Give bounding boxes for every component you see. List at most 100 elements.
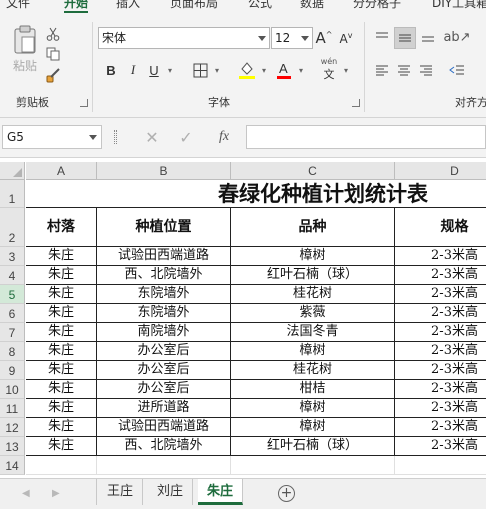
header-cell-spec[interactable]: 规格 [395,208,486,247]
column-header-b[interactable]: B [97,162,231,180]
cell-variety[interactable]: 紫薇 [231,304,395,323]
cell-village[interactable]: 朱庄 [26,342,97,361]
format-painter-button[interactable] [44,66,62,84]
menu-tab-formulas[interactable]: 公式 [248,0,272,11]
cell-spec[interactable]: 2-3米高 [395,323,486,342]
menu-tab-insert[interactable]: 插入 [116,0,140,11]
align-right-button[interactable] [416,60,436,80]
cell-village[interactable]: 朱庄 [26,437,97,456]
row-header[interactable]: 12 [0,418,25,437]
increase-font-size-button[interactable]: A^ [314,27,334,49]
cell-variety[interactable]: 樟树 [231,342,395,361]
font-name-select[interactable]: 宋体 [98,27,270,49]
cell-spec[interactable]: 2-3米高 [395,285,486,304]
cell-location[interactable]: 试验田西端道路 [97,247,231,266]
cell-village[interactable]: 朱庄 [26,361,97,380]
align-middle-button[interactable] [394,27,416,49]
align-bottom-button[interactable] [418,27,438,47]
cell-location[interactable]: 东院墙外 [97,304,231,323]
row-header[interactable]: 2 [0,208,25,247]
phonetic-button[interactable]: wén 文 [318,56,340,82]
cell-variety[interactable]: 樟树 [231,399,395,418]
bold-button[interactable]: B [102,60,120,80]
cell-location[interactable]: 办公室后 [97,361,231,380]
underline-button[interactable]: U [145,60,163,80]
menu-tab-fenfen[interactable]: 分分格子 [353,0,401,11]
cell-location[interactable]: 办公室后 [97,342,231,361]
cut-button[interactable] [44,26,62,42]
row-header[interactable]: 4 [0,266,25,285]
cell-location[interactable]: 西、北院墙外 [97,437,231,456]
fill-color-button[interactable] [236,58,258,82]
cell-variety[interactable]: 樟树 [231,247,395,266]
enter-button[interactable]: ✓ [176,127,196,147]
column-header-a[interactable]: A [26,162,97,180]
insert-function-button[interactable]: fx [214,127,234,147]
menu-tab-home[interactable]: 开始 [64,0,89,13]
cell-spec[interactable]: 2-3米高 [395,247,486,266]
add-sheet-button[interactable]: + [278,485,295,502]
menu-tab-page-layout[interactable]: 页面布局 [170,0,218,11]
cell-spec[interactable]: 2-3米高 [395,266,486,285]
decrease-font-size-button[interactable]: Av [336,27,356,49]
row-header[interactable]: 7 [0,323,25,342]
cell-location[interactable]: 东院墙外 [97,285,231,304]
empty-cell[interactable] [26,456,97,475]
cell-variety[interactable]: 红叶石楠（球） [231,437,395,456]
row-header[interactable]: 8 [0,342,25,361]
prev-sheet-icon[interactable]: ◀ [22,488,30,499]
sheet-tab-wangzhuang[interactable]: 王庄 [98,479,144,505]
cell-variety[interactable]: 红叶石楠（球） [231,266,395,285]
sheet-title-cell[interactable]: 春绿化种植计划统计表 [26,180,486,208]
row-header[interactable]: 6 [0,304,25,323]
menu-tab-diy-toolbox[interactable]: DIY工具箱 [432,0,486,11]
cell-village[interactable]: 朱庄 [26,266,97,285]
underline-dropdown[interactable]: ▾ [165,62,175,78]
font-color-button[interactable]: A [274,58,294,82]
cell-variety[interactable]: 樟树 [231,418,395,437]
cell-spec[interactable]: 2-3米高 [395,418,486,437]
clipboard-launcher-icon[interactable] [80,99,88,107]
sheet-tab-liuzhuang[interactable]: 刘庄 [148,479,194,505]
align-center-button[interactable] [394,60,414,80]
font-launcher-icon[interactable] [352,99,360,107]
copy-button[interactable] [44,46,62,62]
menu-tab-data[interactable]: 数据 [300,0,324,11]
row-header[interactable]: 10 [0,380,25,399]
borders-button[interactable] [190,60,210,80]
paste-button[interactable]: 粘贴 [8,24,42,74]
cell-spec[interactable]: 2-3米高 [395,380,486,399]
next-sheet-icon[interactable]: ▶ [52,488,60,499]
empty-cell[interactable] [97,456,231,475]
cell-spec[interactable]: 2-3米高 [395,399,486,418]
cell-location[interactable]: 办公室后 [97,380,231,399]
cell-village[interactable]: 朱庄 [26,304,97,323]
cell-variety[interactable]: 桂花树 [231,361,395,380]
row-header[interactable]: 1 [0,180,25,208]
row-header[interactable]: 3 [0,247,25,266]
cell-village[interactable]: 朱庄 [26,285,97,304]
cell-variety[interactable]: 柑桔 [231,380,395,399]
menu-tab-file[interactable]: 文件 [6,0,30,11]
empty-cell[interactable] [395,456,486,475]
cell-village[interactable]: 朱庄 [26,380,97,399]
cell-spec[interactable]: 2-3米高 [395,342,486,361]
cell-location[interactable]: 西、北院墙外 [97,266,231,285]
italic-button[interactable]: I [124,60,142,80]
cell-location[interactable]: 南院墙外 [97,323,231,342]
row-header[interactable]: 11 [0,399,25,418]
cell-variety[interactable]: 法国冬青 [231,323,395,342]
font-size-select[interactable]: 12 [271,27,313,49]
formula-input[interactable] [246,125,486,149]
empty-cell[interactable] [231,456,395,475]
cell-village[interactable]: 朱庄 [26,399,97,418]
cell-village[interactable]: 朱庄 [26,247,97,266]
cell-village[interactable]: 朱庄 [26,418,97,437]
cell-village[interactable]: 朱庄 [26,323,97,342]
select-all-button[interactable] [0,162,25,180]
row-header[interactable]: 13 [0,437,25,456]
cell-spec[interactable]: 2-3米高 [395,437,486,456]
borders-dropdown[interactable]: ▾ [212,62,222,78]
cell-location[interactable]: 进所道路 [97,399,231,418]
row-header[interactable]: 9 [0,361,25,380]
